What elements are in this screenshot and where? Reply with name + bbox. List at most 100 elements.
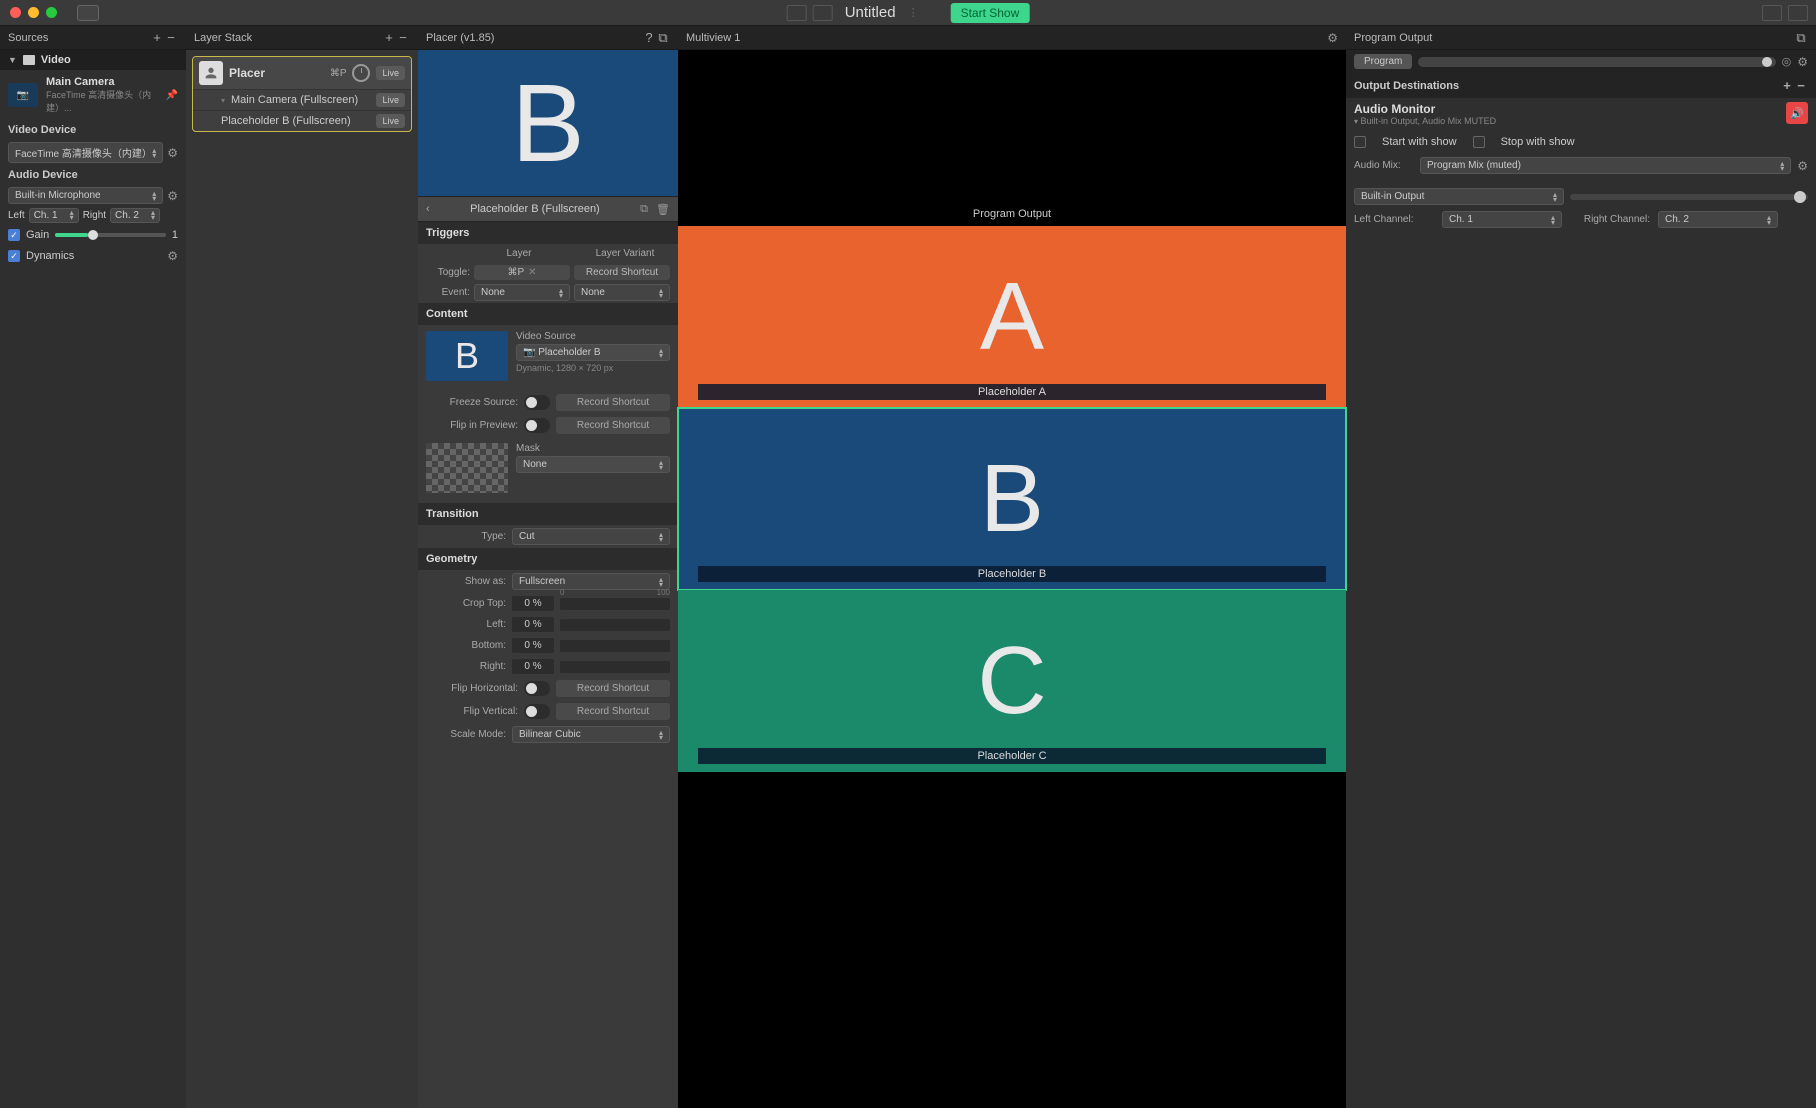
mask-select[interactable]: None▴▾ [516,456,670,473]
flip-vertical-toggle[interactable] [524,704,550,719]
crop-bottom-label: Bottom: [426,640,506,651]
document-title: Untitled [845,4,896,21]
crop-right-value[interactable]: 0 % [512,659,554,674]
crop-right-slider[interactable] [560,661,670,673]
maximize-window-button[interactable] [46,7,57,18]
crop-left-value[interactable]: 0 % [512,617,554,632]
video-device-label: Video Device [0,120,186,140]
right-channel-select[interactable]: Ch. 2▴▾ [110,208,160,223]
flip-preview-record-button[interactable]: Record Shortcut [556,417,670,434]
remove-layer-button[interactable]: − [396,30,410,45]
trash-icon[interactable]: 🗑 [656,203,670,216]
show-as-label: Show as: [426,576,506,587]
left-channel-out-select[interactable]: Ch. 1▴▾ [1442,211,1562,228]
dynamics-checkbox[interactable]: ✓ [8,250,20,262]
toolbar-icon-2[interactable] [813,5,833,21]
flip-preview-toggle[interactable] [524,418,550,433]
multiview-tile-a[interactable]: A Placeholder A [678,226,1346,408]
audio-device-select[interactable]: Built-in Microphone ▴▾ [8,187,163,204]
transition-type-select[interactable]: Cut▴▾ [512,528,670,545]
event-variant-select[interactable]: None▴▾ [574,284,670,301]
crop-bottom-value[interactable]: 0 % [512,638,554,653]
toolbar-icon-1[interactable] [787,5,807,21]
source-main-camera[interactable]: 📷 Main Camera FaceTime 高清摄像头（内建）... 📌 [0,70,186,120]
right-channel-out-select[interactable]: Ch. 2▴▾ [1658,211,1778,228]
back-button[interactable]: ‹ [426,203,430,215]
live-badge[interactable]: Live [376,66,405,80]
live-badge[interactable]: Live [376,114,405,128]
layer-variant-main-camera[interactable]: ▾ Main Camera (Fullscreen) Live [193,89,411,110]
layout-button-2[interactable] [1788,5,1808,21]
start-show-button[interactable]: Start Show [951,3,1030,23]
video-source-select[interactable]: 📷 Placeholder B▴▾ [516,344,670,361]
toggle-shortcut-field[interactable]: ⌘P✕ [474,265,570,280]
gear-icon[interactable]: ⚙ [167,189,178,203]
gain-checkbox[interactable]: ✓ [8,229,20,241]
video-section-header[interactable]: ▼ Video [0,50,186,70]
clock-icon[interactable] [352,64,370,82]
program-pill[interactable]: Program [1354,54,1412,69]
layer-placer[interactable]: Placer ⌘P Live ▾ Main Camera (Fullscreen… [192,56,412,132]
audio-device-label: Audio Device [0,165,186,185]
gear-icon[interactable]: ⚙ [1797,55,1808,69]
gear-icon[interactable]: ⚙ [167,249,178,263]
output-volume-slider[interactable] [1570,194,1808,200]
add-source-button[interactable]: + [150,30,164,45]
add-layer-button[interactable]: + [382,30,396,45]
program-slider[interactable] [1418,57,1775,67]
source-subtitle: FaceTime 高清摄像头（内建）... [46,88,158,114]
multiview-panel: Multiview 1 ⚙ Program Output A Placehold… [678,26,1346,1108]
close-window-button[interactable] [10,7,21,18]
popout-icon[interactable]: ⧉ [1794,30,1808,46]
freeze-record-button[interactable]: Record Shortcut [556,394,670,411]
preview-letter: B [511,60,584,187]
toggle-label: Toggle: [426,267,470,278]
layer-variant-placeholder-b[interactable]: Placeholder B (Fullscreen) Live [193,110,411,131]
crop-left-slider[interactable] [560,619,670,631]
layout-button-1[interactable] [1762,5,1782,21]
speaker-mute-icon[interactable]: 🔊 [1786,102,1808,124]
gain-value: 1 [172,229,178,241]
output-device-select[interactable]: Built-in Output▴▾ [1354,188,1564,205]
sources-panel: Sources + − ▼ Video 📷 Main Camera FaceTi… [0,26,186,1108]
crop-top-value[interactable]: 0 % [512,596,554,611]
trigger-col-variant: Layer Variant [572,244,678,263]
start-with-show-checkbox[interactable] [1354,136,1366,148]
layers-title: Layer Stack [194,32,252,44]
video-device-select[interactable]: FaceTime 高清摄像头（内建） ▴▾ [8,142,163,163]
stop-with-show-checkbox[interactable] [1473,136,1485,148]
gear-icon[interactable]: ⚙ [167,146,178,160]
flip-horizontal-toggle[interactable] [524,681,550,696]
popout-icon[interactable]: ⧉ [656,30,670,46]
toggle-variant-field[interactable]: Record Shortcut [574,265,670,280]
program-output-panel: Program Output ⧉ Program ◎ ⚙ Output Dest… [1346,26,1816,1108]
left-channel-select[interactable]: Ch. 1▴▾ [29,208,79,223]
remove-destination-button[interactable]: − [1794,78,1808,93]
tile-letter: A [980,262,1044,372]
program-output-tile[interactable]: Program Output [678,64,1346,226]
gear-icon[interactable]: ⚙ [1327,31,1338,45]
video-dimensions: Dynamic, 1280 × 720 px [516,363,670,373]
flip-v-record-button[interactable]: Record Shortcut [556,703,670,720]
multiview-tile-c[interactable]: C Placeholder C [678,590,1346,772]
pin-icon[interactable]: 📌 [166,90,178,101]
crop-top-slider[interactable]: 0100 [560,598,670,610]
crop-bottom-slider[interactable] [560,640,670,652]
copy-icon[interactable]: ⧉ [640,203,648,216]
audio-mix-select[interactable]: Program Mix (muted)▴▾ [1420,157,1791,174]
event-layer-select[interactable]: None▴▾ [474,284,570,301]
target-icon[interactable]: ◎ [1782,55,1792,68]
remove-source-button[interactable]: − [164,30,178,45]
toggle-sidebar-button[interactable] [77,5,99,21]
multiview-tile-b[interactable]: B Placeholder B [678,408,1346,590]
scale-mode-select[interactable]: Bilinear Cubic▴▾ [512,726,670,743]
gear-icon[interactable]: ⚙ [1797,159,1808,173]
gain-slider[interactable] [55,233,166,237]
select-arrows-icon: ▴▾ [152,148,156,158]
flip-h-record-button[interactable]: Record Shortcut [556,680,670,697]
live-badge[interactable]: Live [376,93,405,107]
add-destination-button[interactable]: + [1780,78,1794,93]
help-button[interactable]: ? [642,30,656,45]
minimize-window-button[interactable] [28,7,39,18]
freeze-source-toggle[interactable] [524,395,550,410]
